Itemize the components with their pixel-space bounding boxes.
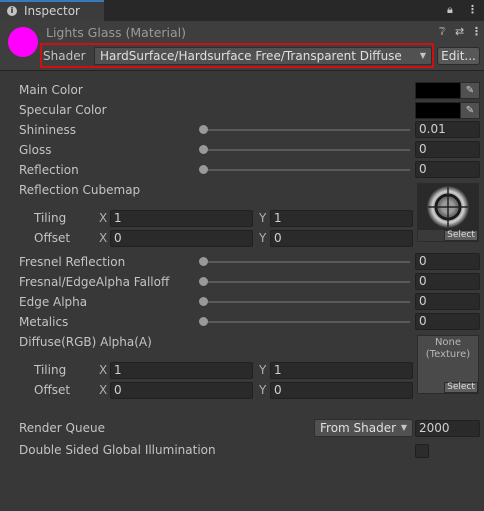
reflection-label: Reflection <box>19 163 79 177</box>
material-title: Lights Glass (Material) <box>46 25 187 40</box>
diffuse-texture-label: Diffuse(RGB) Alpha(A) <box>19 335 152 349</box>
gloss-label: Gloss <box>19 143 52 157</box>
edge-alpha-slider-handle[interactable] <box>199 297 208 306</box>
render-queue-mode: From Shader <box>320 421 397 435</box>
reflection-input[interactable]: 0 <box>415 161 480 178</box>
cubemap-tiling-y-input[interactable]: 1 <box>270 210 413 227</box>
metalics-input[interactable]: 0 <box>415 313 480 330</box>
kebab-menu-icon[interactable]: ⋮ <box>471 25 482 38</box>
edge-alpha-input[interactable]: 0 <box>415 293 480 310</box>
shininess-label: Shininess <box>19 123 76 137</box>
shininess-input[interactable]: 0.01 <box>415 121 480 138</box>
metalics-slider-handle[interactable] <box>199 317 208 326</box>
diffuse-offset-label: Offset <box>34 383 71 397</box>
chevron-down-icon: ▼ <box>419 51 426 60</box>
kebab-menu-icon[interactable]: ⋮ <box>467 3 478 16</box>
diffuse-none-text: None <box>434 337 462 348</box>
fresnel-falloff-slider-handle[interactable] <box>199 277 208 286</box>
cubemap-tiling-label: Tiling <box>34 211 67 225</box>
diffuse-texture-type-text: (Texture) <box>425 349 471 360</box>
material-preview-icon <box>8 27 38 57</box>
reflection-slider-handle[interactable] <box>199 165 208 174</box>
fresnel-falloff-label: Fresnal/EdgeAlpha Falloff <box>19 275 170 289</box>
shininess-slider-track[interactable] <box>202 129 410 131</box>
edit-shader-button[interactable]: Edit... <box>437 47 480 65</box>
eyedropper-icon[interactable]: ✎ <box>460 82 480 99</box>
inspector-tab-label: Inspector <box>24 4 80 18</box>
gloss-input[interactable]: 0 <box>415 141 480 158</box>
specular-color-label: Specular Color <box>19 103 107 117</box>
shader-label: Shader <box>43 49 86 63</box>
cubemap-offset-x-label: X <box>99 231 108 245</box>
info-icon: i <box>7 6 17 16</box>
preset-sliders-icon[interactable]: ⇄ <box>455 25 464 38</box>
cubemap-offset-label: Offset <box>34 231 71 245</box>
window-tab-bar: i Inspector 🔒︎ ⋮ <box>0 0 484 21</box>
chevron-down-icon: ▼ <box>400 423 407 432</box>
diffuse-tiling-label: Tiling <box>34 363 67 377</box>
shininess-slider-handle[interactable] <box>199 125 208 134</box>
diffuse-tiling-x-input[interactable]: 1 <box>110 362 253 379</box>
cubemap-tiling-x-input[interactable]: 1 <box>110 210 253 227</box>
gloss-slider-handle[interactable] <box>199 145 208 154</box>
diffuse-offset-y-label: Y <box>259 383 267 397</box>
diffuse-select-button[interactable]: Select <box>444 382 478 393</box>
cubemap-offset-x-input[interactable]: 0 <box>110 230 253 247</box>
material-header: Lights Glass (Material) ❔︎ ⇄ ⋮ Shader Ha… <box>0 21 484 71</box>
cubemap-thumbnail <box>418 184 478 230</box>
double-sided-gi-label: Double Sided Global Illumination <box>19 443 216 457</box>
cubemap-select-button[interactable]: Select <box>444 230 478 241</box>
fresnel-reflection-slider-handle[interactable] <box>199 257 208 266</box>
reflection-cubemap-label: Reflection Cubemap <box>19 183 141 197</box>
reflection-cubemap-slot[interactable]: Select <box>417 183 479 242</box>
fresnel-reflection-label: Fresnel Reflection <box>19 255 126 269</box>
diffuse-texture-slot[interactable]: None (Texture) Select <box>417 335 479 394</box>
diffuse-tiling-x-label: X <box>99 363 108 377</box>
main-color-swatch[interactable] <box>415 82 461 99</box>
cubemap-tiling-y-label: Y <box>259 211 267 225</box>
specular-color-swatch[interactable] <box>415 102 461 119</box>
fresnel-falloff-input[interactable]: 0 <box>415 273 480 290</box>
gloss-slider-track[interactable] <box>202 149 410 151</box>
metalics-label: Metalics <box>19 315 69 329</box>
eyedropper-icon[interactable]: ✎ <box>460 102 480 119</box>
metalics-slider-track[interactable] <box>202 321 410 323</box>
edge-alpha-label: Edge Alpha <box>19 295 88 309</box>
diffuse-tiling-y-label: Y <box>259 363 267 377</box>
double-sided-gi-checkbox[interactable] <box>415 444 429 458</box>
render-queue-label: Render Queue <box>19 421 105 435</box>
render-queue-input[interactable]: 2000 <box>415 420 480 437</box>
main-color-label: Main Color <box>19 83 83 97</box>
shader-dropdown[interactable]: HardSurface/Hardsurface Free/Transparent… <box>94 47 432 65</box>
edge-alpha-slider-track[interactable] <box>202 301 410 303</box>
reflection-slider-track[interactable] <box>202 169 410 171</box>
fresnel-reflection-input[interactable]: 0 <box>415 253 480 270</box>
cubemap-offset-y-label: Y <box>259 231 267 245</box>
diffuse-offset-y-input[interactable]: 0 <box>270 382 413 399</box>
cubemap-tiling-x-label: X <box>99 211 108 225</box>
shader-dropdown-value: HardSurface/Hardsurface Free/Transparent… <box>100 49 402 63</box>
inspector-tab[interactable]: i Inspector <box>0 0 104 21</box>
render-queue-dropdown[interactable]: From Shader ▼ <box>314 419 413 437</box>
diffuse-offset-x-label: X <box>99 383 108 397</box>
help-icon[interactable]: ❔︎ <box>439 25 446 39</box>
fresnel-reflection-slider-track[interactable] <box>202 261 410 263</box>
fresnel-falloff-slider-track[interactable] <box>202 281 410 283</box>
lock-icon[interactable]: 🔒︎ <box>447 3 453 17</box>
cubemap-offset-y-input[interactable]: 0 <box>270 230 413 247</box>
diffuse-offset-x-input[interactable]: 0 <box>110 382 253 399</box>
diffuse-tiling-y-input[interactable]: 1 <box>270 362 413 379</box>
